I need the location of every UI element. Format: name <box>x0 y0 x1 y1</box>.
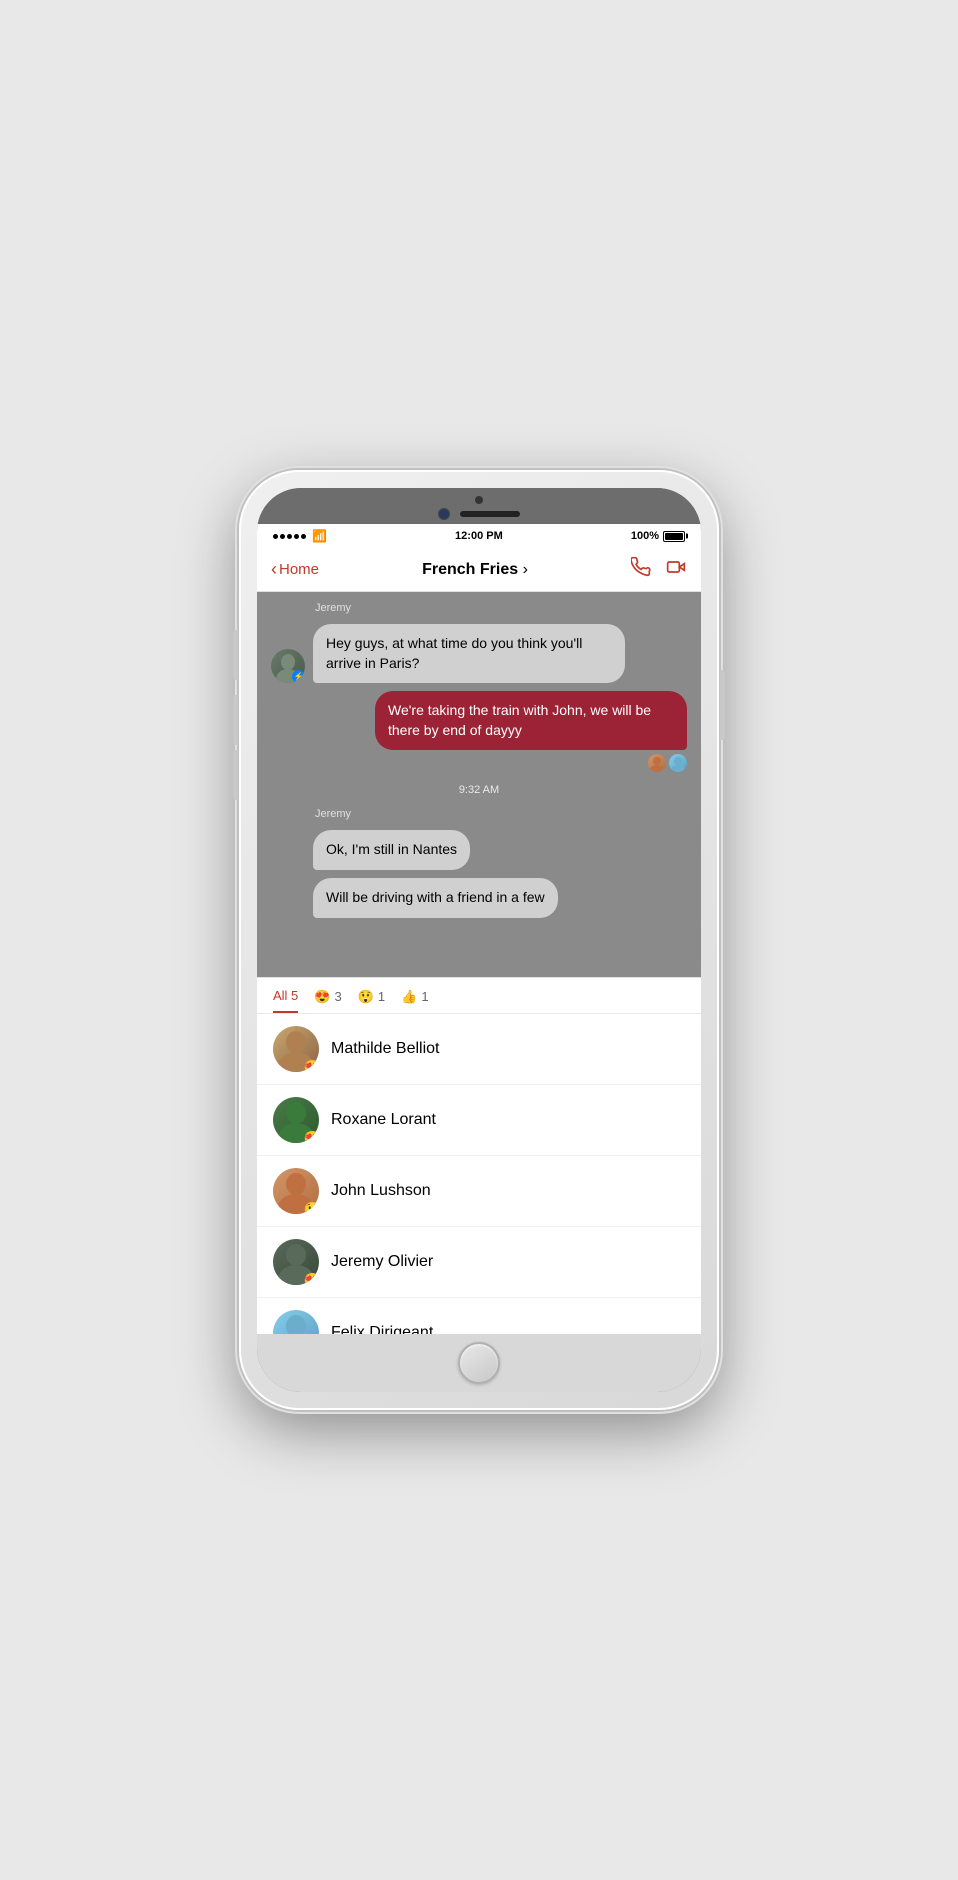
avatar-jeremy-reaction: 😍 <box>273 1239 319 1285</box>
signal-dot <box>273 534 278 539</box>
user-name-roxane: Roxane Lorant <box>331 1111 436 1129</box>
chat-area: Jeremy ⚡ Hey guys, at what time do you t… <box>257 592 701 977</box>
speaker-camera-row <box>438 508 520 520</box>
signal-dot <box>294 534 299 539</box>
nav-title: French Fries › <box>422 561 528 579</box>
reactions-panel: All 5 😍 3 😲 1 👍 1 <box>257 977 701 1334</box>
tab-all[interactable]: All 5 <box>273 988 298 1013</box>
home-button-area <box>257 1334 701 1392</box>
reaction-emoji-mathilde: 😍 <box>304 1060 319 1072</box>
message-bubble-received-3: Will be driving with a friend in a few <box>313 878 558 918</box>
list-item[interactable]: 😲 John Lushson <box>257 1156 701 1227</box>
message-row-received-2: Ok, I'm still in Nantes <box>271 830 687 870</box>
front-camera-icon <box>438 508 450 520</box>
list-item[interactable]: 👍 Felix Dirigeant <box>257 1298 701 1334</box>
thumbs-emoji: 👍 <box>401 989 417 1005</box>
video-call-icon[interactable] <box>665 557 687 582</box>
avatar-mathilde: 😍 <box>273 1026 319 1072</box>
message-row-sent-1: We're taking the train with John, we wil… <box>271 691 687 750</box>
message-bubble-received-2: Ok, I'm still in Nantes <box>313 830 470 870</box>
status-time: 12:00 PM <box>455 530 503 542</box>
back-button[interactable]: ‹ Home <box>271 559 319 580</box>
timestamp-1: 9:32 AM <box>271 784 687 796</box>
battery-percent: 100% <box>631 530 659 542</box>
phone-call-icon[interactable] <box>631 557 651 582</box>
reaction-emoji-john: 😲 <box>304 1202 319 1214</box>
avatar-roxane: 😍 <box>273 1097 319 1143</box>
reaction-emoji-roxane: 😍 <box>304 1131 319 1143</box>
receipt-avatar-2 <box>669 754 687 772</box>
user-name-felix: Felix Dirigeant <box>331 1324 433 1334</box>
nav-bar: ‹ Home French Fries › <box>257 548 701 592</box>
receipt-avatar-1 <box>648 754 666 772</box>
phone-frame: 📶 12:00 PM 100% ‹ Home French Fries › <box>239 470 719 1410</box>
read-receipts <box>271 754 687 772</box>
reaction-list: 😍 Mathilde Belliot 😍 Roxane Lorant <box>257 1014 701 1334</box>
camera-dot <box>475 496 483 504</box>
message-row-received-3: Will be driving with a friend in a few <box>271 878 687 918</box>
avatar-jeremy: ⚡ <box>271 649 305 683</box>
user-name-jeremy: Jeremy Olivier <box>331 1253 433 1271</box>
tab-love[interactable]: 😍 3 <box>314 989 341 1013</box>
chevron-left-icon: ‹ <box>271 559 277 580</box>
phone-top-bar <box>257 488 701 524</box>
list-item[interactable]: 😍 Mathilde Belliot <box>257 1014 701 1085</box>
message-bubble-received-1: Hey guys, at what time do you think you'… <box>313 624 625 683</box>
home-button[interactable] <box>458 1342 500 1384</box>
reactions-tabs: All 5 😍 3 😲 1 👍 1 <box>257 978 701 1014</box>
phone-screen: 📶 12:00 PM 100% ‹ Home French Fries › <box>257 488 701 1392</box>
user-name-john: John Lushson <box>331 1182 431 1200</box>
wifi-icon: 📶 <box>312 529 327 543</box>
battery-fill <box>665 533 683 540</box>
user-name-mathilde: Mathilde Belliot <box>331 1040 440 1058</box>
tab-thumbs[interactable]: 👍 1 <box>401 989 428 1013</box>
signal-dot <box>287 534 292 539</box>
reaction-emoji-jeremy: 😍 <box>304 1273 319 1285</box>
signal-dot <box>301 534 306 539</box>
signal-dot <box>280 534 285 539</box>
signal-area: 📶 <box>273 529 327 543</box>
message-row-received-1: ⚡ Hey guys, at what time do you think yo… <box>271 624 687 683</box>
message-bubble-sent-1: We're taking the train with John, we wil… <box>375 691 687 750</box>
avatar-felix: 👍 <box>273 1310 319 1334</box>
list-item[interactable]: 😍 Jeremy Olivier <box>257 1227 701 1298</box>
sender-label-2: Jeremy <box>315 808 687 820</box>
nav-icons <box>631 557 687 582</box>
speaker-grille <box>460 511 520 517</box>
messenger-badge: ⚡ <box>292 670 305 683</box>
back-label[interactable]: Home <box>279 561 319 578</box>
list-item[interactable]: 😍 Roxane Lorant <box>257 1085 701 1156</box>
tab-wow[interactable]: 😲 1 <box>358 989 385 1013</box>
wow-emoji: 😲 <box>358 989 374 1005</box>
battery-icon <box>663 531 685 542</box>
love-emoji: 😍 <box>314 989 330 1005</box>
sender-label-1: Jeremy <box>315 602 687 614</box>
battery-area: 100% <box>631 530 685 542</box>
avatar-john: 😲 <box>273 1168 319 1214</box>
status-bar: 📶 12:00 PM 100% <box>257 524 701 548</box>
